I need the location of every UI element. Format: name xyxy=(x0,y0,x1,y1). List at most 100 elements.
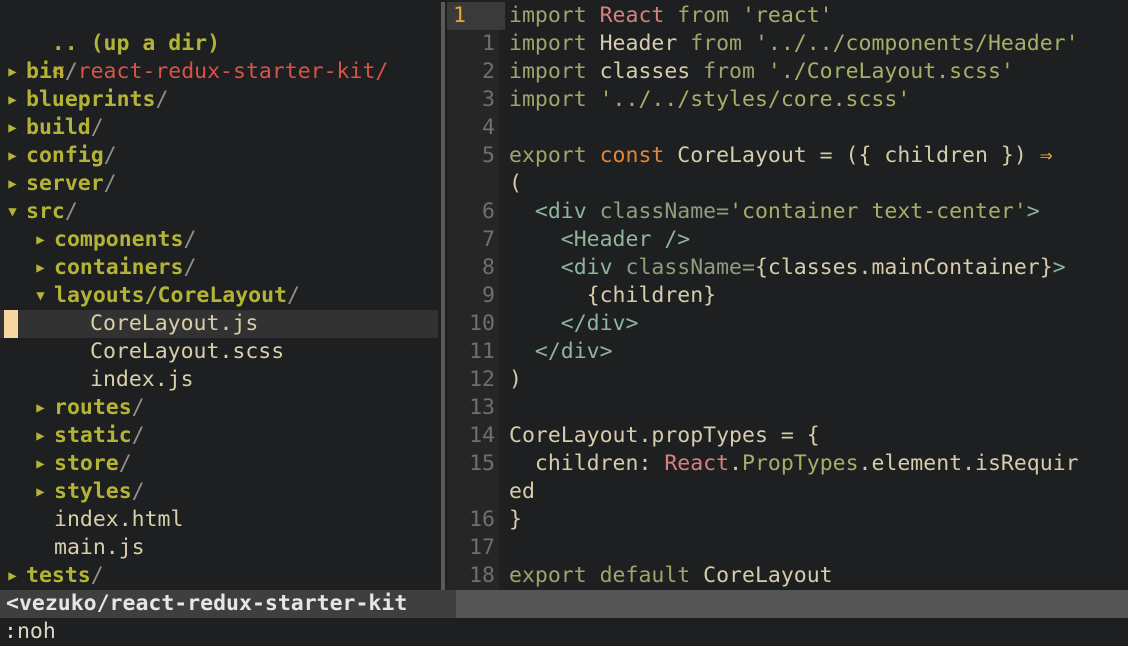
code-token: from xyxy=(690,31,755,56)
tree-dir-item[interactable]: ▸ static/ xyxy=(0,422,438,450)
line-number: 4 xyxy=(482,115,495,140)
tree-dir-item[interactable]: ▸ components/ xyxy=(0,226,438,254)
tree-item-name: config xyxy=(26,143,104,168)
tree-dir-item[interactable]: ▸ server/ xyxy=(0,170,438,198)
code-line[interactable]: 11 </div> xyxy=(447,338,1128,366)
code-line[interactable]: 6 <div className='container text-center'… xyxy=(447,198,1128,226)
editor-pane[interactable]: 1 import React from 'react' 1 import Header… xyxy=(447,2,1128,590)
code-line[interactable]: 1 import React from 'react' xyxy=(447,2,1128,30)
line-number: 16 xyxy=(469,507,495,532)
tree-dir-item[interactable]: ▾ layouts/CoreLayout/ xyxy=(0,282,438,310)
code-line[interactable]: 8 <div className={classes.mainContainer}… xyxy=(447,254,1128,282)
collapsed-arrow-icon: ▸ xyxy=(6,87,19,112)
code-line[interactable]: 18 export default CoreLayout xyxy=(447,562,1128,590)
code-line[interactable]: 4 xyxy=(447,114,1128,142)
tree-item-name: components xyxy=(54,227,184,252)
code-line[interactable]: 10 </div> xyxy=(447,310,1128,338)
dir-slash: / xyxy=(64,59,78,84)
code-line[interactable]: 5 export const CoreLayout = ({ children }… xyxy=(447,142,1128,170)
tree-file-item[interactable]: main.js xyxy=(0,534,438,562)
tree-dir-item[interactable]: ▸ containers/ xyxy=(0,254,438,282)
file-indent-spacer xyxy=(62,338,90,366)
code-token: .element.isRequir xyxy=(858,451,1079,476)
line-number: 12 xyxy=(469,367,495,392)
collapsed-arrow-icon: ▸ xyxy=(6,59,19,84)
dir-slash: / xyxy=(131,423,145,448)
tree-file-item[interactable]: CoreLayout.scss xyxy=(0,338,438,366)
collapsed-arrow-icon: ▸ xyxy=(34,227,47,252)
file-indent-spacer xyxy=(62,310,90,338)
code-token: const xyxy=(599,143,678,168)
tree-item-name: index.html xyxy=(54,507,184,532)
tree-item-name: layouts/CoreLayout xyxy=(54,283,287,308)
tree-file-item[interactable]: index.js xyxy=(0,366,438,394)
code-line[interactable]: 12) xyxy=(447,366,1128,394)
tree-item-name: bin xyxy=(26,59,65,84)
tree-item-name: index.js xyxy=(90,367,194,392)
line-number: 18 xyxy=(469,563,495,588)
code-line[interactable]: ed xyxy=(447,478,1128,506)
code-line[interactable]: 16} xyxy=(447,506,1128,534)
tree-dir-item[interactable]: ▸ config/ xyxy=(0,142,438,170)
dir-slash: / xyxy=(155,87,169,112)
cursor-marker xyxy=(4,310,18,338)
tree-dir-item[interactable]: ▾ src/ xyxy=(0,198,438,226)
line-number: 8 xyxy=(482,255,495,280)
tree-dir-item[interactable]: ▸ routes/ xyxy=(0,394,438,422)
code-line[interactable]: 14 CoreLayout.propTypes = { xyxy=(447,422,1128,450)
code-line[interactable]: 2 import classes from './CoreLayout.scss' xyxy=(447,58,1128,86)
tree-up-dir[interactable]: .. (up a dir) xyxy=(0,2,438,56)
dir-slash: / xyxy=(90,563,104,588)
pane-separator[interactable] xyxy=(441,2,445,590)
tree-dir-item[interactable]: ▸ build/ xyxy=(0,114,438,142)
code-line[interactable]: ( xyxy=(447,170,1128,198)
dir-slash: / xyxy=(183,255,197,280)
code-token: from xyxy=(677,3,743,28)
dir-slash: / xyxy=(183,227,197,252)
tree-item-name: main.js xyxy=(54,535,145,560)
line-number: 13 xyxy=(469,395,495,420)
code-line[interactable]: 15 children: React.PropTypes.element.isR… xyxy=(447,450,1128,478)
code-token: ed xyxy=(509,479,535,504)
code-line[interactable]: 3 import '../../styles/core.scss' xyxy=(447,86,1128,114)
collapsed-arrow-icon: ▸ xyxy=(34,255,47,280)
code-token: > xyxy=(1026,199,1040,224)
tree-item-name: CoreLayout.js xyxy=(90,311,259,336)
code-token: className= xyxy=(599,199,730,224)
tree-dir-item[interactable]: ▸ store/ xyxy=(0,450,438,478)
code-line[interactable]: 1 import Header from '../../components/He… xyxy=(447,30,1128,58)
collapsed-arrow-icon: ▸ xyxy=(34,395,47,420)
tree-file-item[interactable]: index.html xyxy=(0,506,438,534)
expanded-arrow-icon: ▾ xyxy=(6,199,19,224)
code-line[interactable]: 9 {children} xyxy=(447,282,1128,310)
command-line[interactable]: :noh xyxy=(4,618,56,646)
status-path: <vezuko/react-redux-starter-kit xyxy=(0,590,456,618)
tree-file-item[interactable]: CoreLayout.js xyxy=(0,310,438,338)
tree-dir-item[interactable]: ▸ blueprints/ xyxy=(0,86,438,114)
tree-dir-item[interactable]: ▸ styles/ xyxy=(0,478,438,506)
code-token: > xyxy=(1052,255,1066,280)
tree-dir-item[interactable]: ▸ bin/ xyxy=(0,58,438,86)
line-number: 2 xyxy=(482,59,495,84)
collapsed-arrow-icon: ▸ xyxy=(6,115,19,140)
code-line[interactable]: 13 xyxy=(447,394,1128,422)
tree-item-name: blueprints xyxy=(26,87,156,112)
tree-root-path[interactable]: </react-redux-starter-kit/ xyxy=(0,30,438,84)
tree-dir-item[interactable]: ▸ tests/ xyxy=(0,562,438,590)
collapsed-arrow-icon: ▸ xyxy=(6,563,19,588)
code-line[interactable]: 17 xyxy=(447,534,1128,562)
collapsed-arrow-icon: ▸ xyxy=(6,171,19,196)
dir-slash: / xyxy=(90,115,104,140)
tree-item-name: static xyxy=(54,423,132,448)
code-token: ) xyxy=(509,367,522,392)
tree-item-name: build xyxy=(26,115,91,140)
code-line[interactable]: 7 <Header /> xyxy=(447,226,1128,254)
file-indent-spacer xyxy=(34,534,54,562)
status-line: <vezuko/react-redux-starter-kit xyxy=(0,590,1128,618)
code-token: CoreLayout xyxy=(703,563,833,588)
line-number: 3 xyxy=(482,87,495,112)
code-token: './CoreLayout.scss' xyxy=(767,59,1014,84)
code-token: ⇒ xyxy=(1039,143,1053,168)
code-token: React xyxy=(664,451,730,476)
code-token: import xyxy=(509,59,600,84)
